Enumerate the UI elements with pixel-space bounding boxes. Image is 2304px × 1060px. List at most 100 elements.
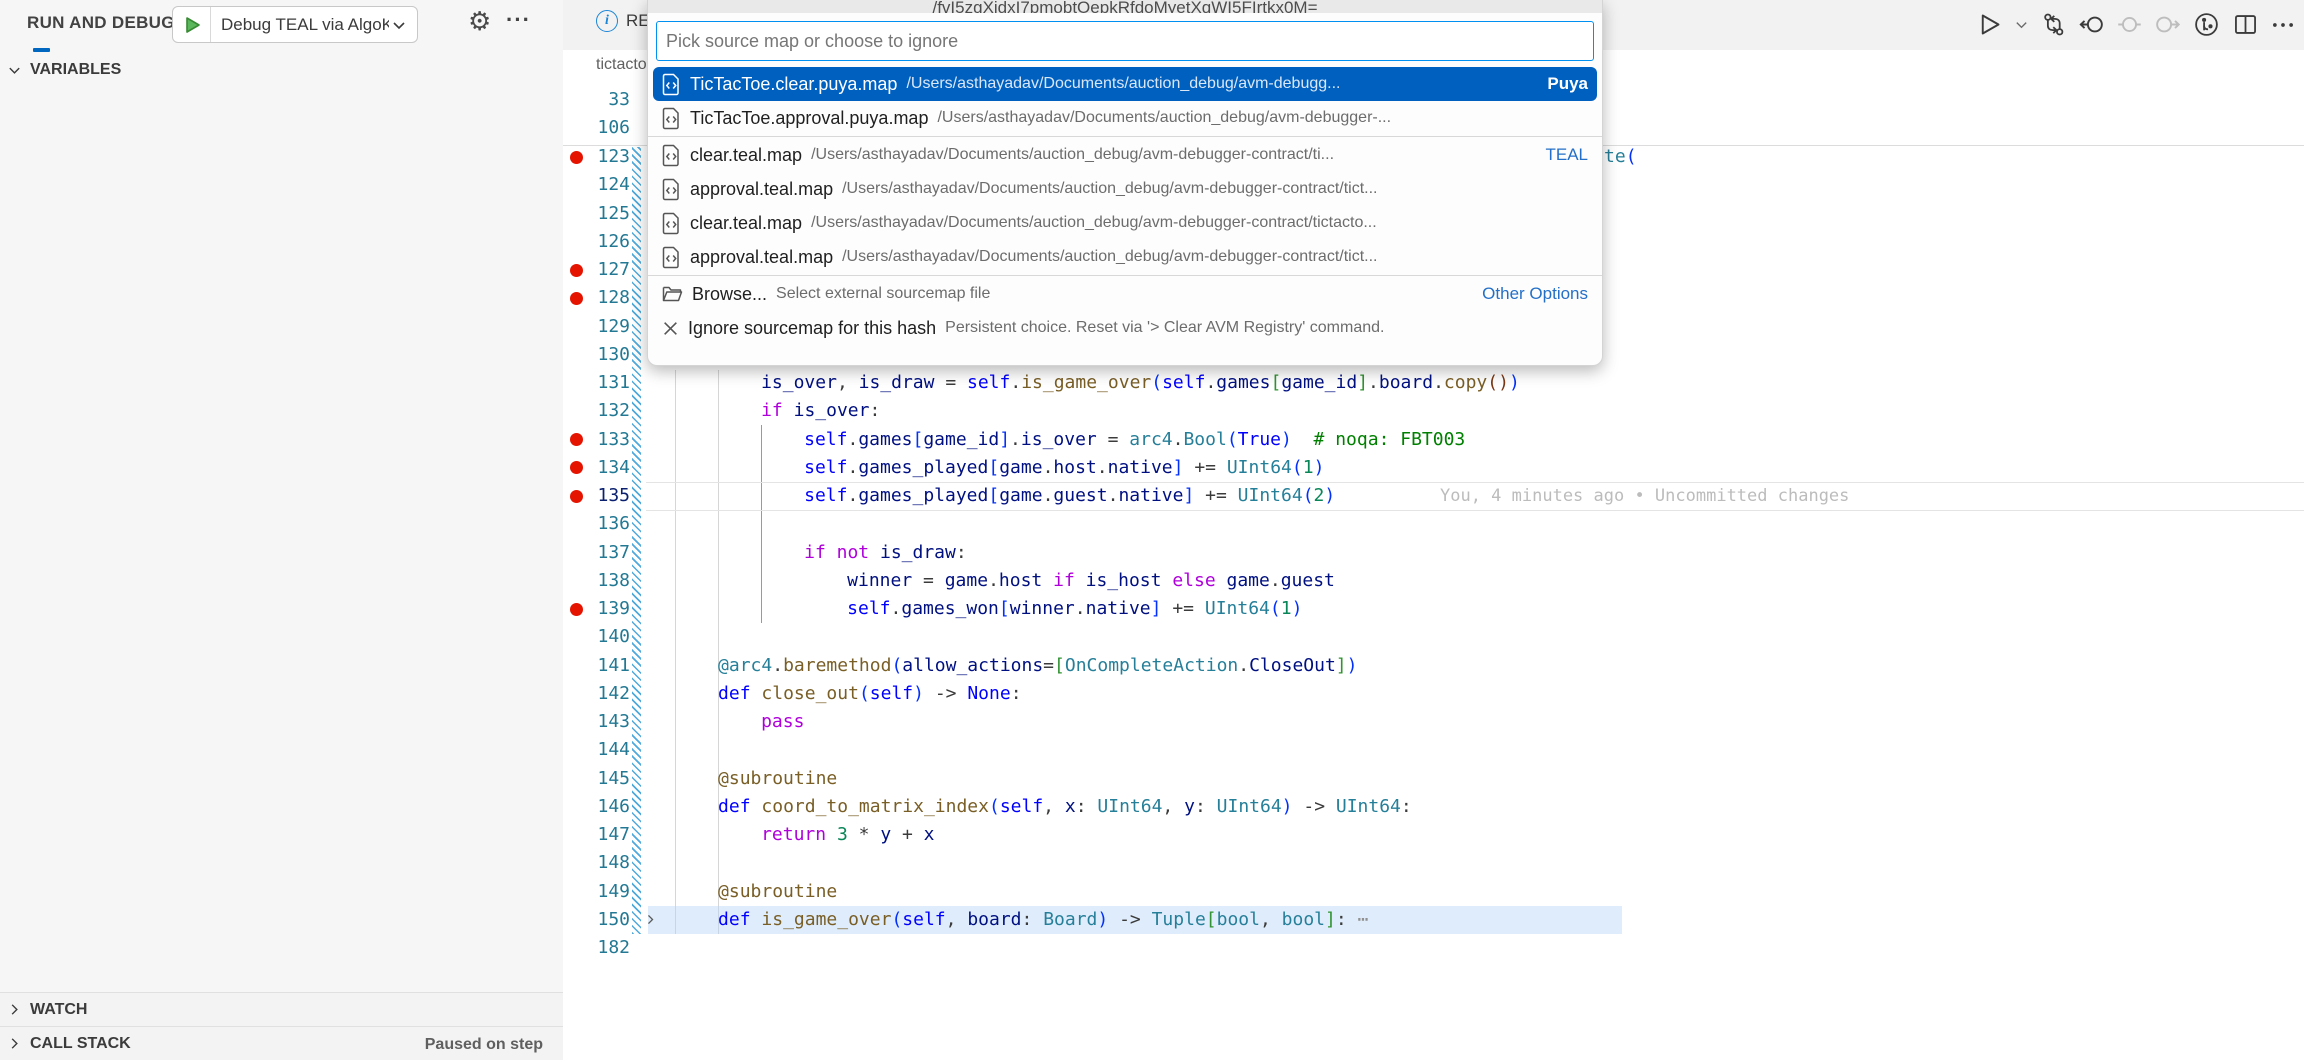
line-number: 150 — [563, 906, 630, 934]
quickpick-item[interactable]: TicTacToe.approval.puya.map/Users/asthay… — [648, 101, 1602, 135]
code-line: @subroutine — [718, 878, 837, 906]
quickpick-item-badge[interactable]: Other Options — [1482, 284, 1588, 304]
debug-progress-bar — [33, 48, 50, 52]
line-number: 132 — [563, 397, 630, 425]
quickpick-item-badge: TEAL — [1545, 145, 1588, 165]
line-number: 140 — [563, 623, 630, 651]
line-number: 136 — [563, 510, 630, 538]
line-number: 125 — [563, 200, 630, 228]
quickpick-input[interactable] — [656, 21, 1594, 61]
line-number: 128 — [563, 284, 630, 312]
code-line: self.games[game_id].is_over = arc4.Bool(… — [804, 426, 1465, 454]
chevron-down-icon — [391, 17, 407, 33]
line-number: 143 — [563, 708, 630, 736]
gear-icon[interactable]: ⚙ — [468, 8, 491, 34]
quickpick-item[interactable]: Browse...Select external sourcemap fileO… — [648, 277, 1602, 311]
quickpick-item[interactable]: TicTacToe.clear.puya.map/Users/asthayada… — [653, 67, 1597, 101]
line-number: 126 — [563, 228, 630, 256]
code-line: self.games_played[game.host.native] += U… — [804, 454, 1324, 482]
variables-label: VARIABLES — [30, 61, 121, 79]
line-number: 133 — [563, 426, 630, 454]
quickpick-item-description: /Users/asthayadav/Documents/auction_debu… — [842, 180, 1588, 198]
sticky-line-number: 106 — [563, 114, 630, 142]
more-actions-icon[interactable]: ··· — [506, 7, 531, 33]
folder-open-icon — [662, 285, 683, 303]
quickpick-item-label: approval.teal.map — [690, 247, 833, 268]
quickpick-item-label: Ignore sourcemap for this hash — [688, 318, 936, 339]
quickpick-item-description: /Users/asthayadav/Documents/auction_debu… — [906, 75, 1538, 93]
run-and-debug-sidebar: RUN AND DEBUG Debug TEAL via AlgoKi ⚙ ··… — [0, 0, 563, 1060]
line-number: 123 — [563, 143, 630, 171]
line-number: 131 — [563, 369, 630, 397]
fold-chevron-icon[interactable] — [644, 906, 658, 934]
sidebar-toolbar: RUN AND DEBUG Debug TEAL via AlgoKi ⚙ ··… — [0, 0, 563, 47]
quickpick-separator — [648, 275, 1602, 276]
play-icon — [182, 15, 202, 35]
quickpick-item-label: clear.teal.map — [690, 213, 802, 234]
watch-section-header[interactable]: WATCH — [0, 992, 563, 1026]
modified-lines-gutter-decoration — [632, 147, 641, 934]
quickpick-item[interactable]: clear.teal.map/Users/asthayadav/Document… — [648, 138, 1602, 172]
sourcemap-file-icon — [662, 246, 681, 269]
chevron-down-icon — [7, 63, 22, 78]
line-number: 145 — [563, 765, 630, 793]
line-number: 148 — [563, 849, 630, 877]
quickpick-title-hash: /fvI5zgXjdxI7pmobtOepkRfdoMyetXqWI5FIrtk… — [648, 0, 1602, 13]
line-number: 124 — [563, 171, 630, 199]
quickpick-item-description: /Users/asthayadav/Documents/auction_debu… — [842, 248, 1588, 266]
chevron-right-icon — [7, 1002, 22, 1017]
code-line: def close_out(self) -> None: — [718, 680, 1022, 708]
line-number: 149 — [563, 878, 630, 906]
quickpick-item[interactable]: approval.teal.map/Users/asthayadav/Docum… — [648, 172, 1602, 206]
sidebar-title: RUN AND DEBUG — [27, 13, 175, 33]
line-number: 146 — [563, 793, 630, 821]
paused-status-badge: Paused on step — [425, 1036, 543, 1054]
code-line: pass — [761, 708, 804, 736]
debug-config-dropdown[interactable]: Debug TEAL via AlgoKi — [172, 6, 418, 43]
quickpick-item-label: approval.teal.map — [690, 179, 833, 200]
quickpick-item-label: TicTacToe.clear.puya.map — [690, 74, 897, 95]
line-number: 141 — [563, 652, 630, 680]
line-number: 137 — [563, 539, 630, 567]
debug-config-label: Debug TEAL via AlgoKi — [211, 15, 389, 35]
code-line: return 3 * y + x — [761, 821, 934, 849]
code-line-fragment: te( — [1604, 143, 1637, 171]
sticky-line-number: 33 — [563, 86, 630, 114]
call-stack-label: CALL STACK — [30, 1035, 131, 1053]
sourcemap-file-icon — [662, 73, 681, 96]
watch-label: WATCH — [30, 1001, 87, 1019]
quickpick-item[interactable]: Ignore sourcemap for this hash Persistent… — [648, 311, 1602, 345]
line-number: 144 — [563, 736, 630, 764]
code-line: def is_game_over(self, board: Board) -> … — [718, 906, 1368, 934]
quickpick-item-description: Select external sourcemap file — [776, 285, 1473, 303]
quickpick-item-description: /Users/asthayadav/Documents/auction_debu… — [811, 146, 1536, 164]
sourcemap-file-icon — [662, 212, 681, 235]
quickpick-item[interactable]: clear.teal.map/Users/asthayadav/Document… — [648, 206, 1602, 240]
code-line: winner = game.host if is_host else game.… — [847, 567, 1335, 595]
quickpick-item-label: TicTacToe.approval.puya.map — [690, 108, 928, 129]
code-line: @subroutine — [718, 765, 837, 793]
quickpick-item-description: Persistent choice. Reset via '> Clear AV… — [945, 319, 1588, 337]
code-line: if not is_draw: — [804, 539, 967, 567]
git-blame-annotation: You, 4 minutes ago • Uncommitted changes — [1440, 482, 1849, 510]
line-number: 142 — [563, 680, 630, 708]
start-debug-button[interactable] — [173, 7, 211, 42]
quickpick-item[interactable]: approval.teal.map/Users/asthayadav/Docum… — [648, 240, 1602, 274]
variables-section-header[interactable]: VARIABLES — [0, 57, 563, 83]
code-line: is_over, is_draw = self.is_game_over(sel… — [761, 369, 1520, 397]
line-number: 134 — [563, 454, 630, 482]
line-number: 138 — [563, 567, 630, 595]
code-line: def coord_to_matrix_index(self, x: UInt6… — [718, 793, 1412, 821]
code-line: @arc4.baremethod(allow_actions=[OnComple… — [718, 652, 1357, 680]
quickpick-item-description: /Users/asthayadav/Documents/auction_debu… — [937, 109, 1588, 127]
indent-guide — [675, 370, 676, 934]
indent-guide-active — [761, 425, 762, 623]
line-number: 130 — [563, 341, 630, 369]
quickpick-list: TicTacToe.clear.puya.map/Users/asthayada… — [648, 67, 1602, 345]
chevron-right-icon — [7, 1036, 22, 1051]
code-line: self.games_played[game.guest.native] += … — [804, 482, 1335, 510]
line-number: 129 — [563, 313, 630, 341]
sourcemap-file-icon — [662, 178, 681, 201]
code-line: self.games_won[winner.native] += UInt64(… — [847, 595, 1302, 623]
code-line: if is_over: — [761, 397, 880, 425]
